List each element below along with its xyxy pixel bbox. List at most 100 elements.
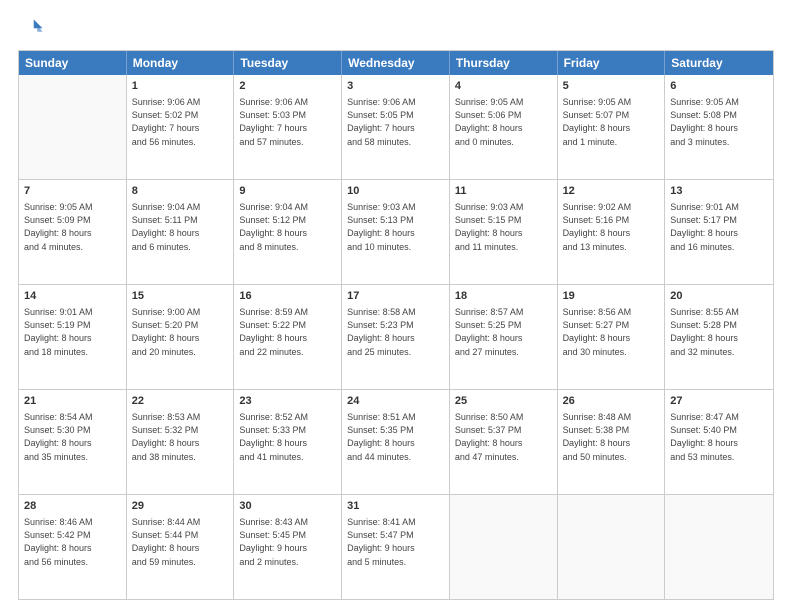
day-info: Sunrise: 9:05 AM Sunset: 5:07 PM Dayligh… bbox=[563, 96, 660, 148]
calendar-week-5: 28 Sunrise: 8:46 AM Sunset: 5:42 PM Dayli… bbox=[19, 495, 773, 599]
calendar-week-2: 7 Sunrise: 9:05 AM Sunset: 5:09 PM Daylig… bbox=[19, 180, 773, 285]
calendar-week-3: 14 Sunrise: 9:01 AM Sunset: 5:19 PM Dayli… bbox=[19, 285, 773, 390]
day-number: 14 bbox=[24, 289, 121, 304]
day-cell-6: 6 Sunrise: 9:05 AM Sunset: 5:08 PM Daylig… bbox=[665, 75, 773, 179]
day-info: Sunrise: 9:02 AM Sunset: 5:16 PM Dayligh… bbox=[563, 201, 660, 253]
header-day-sunday: Sunday bbox=[19, 51, 127, 75]
day-number: 29 bbox=[132, 499, 229, 514]
day-info: Sunrise: 8:44 AM Sunset: 5:44 PM Dayligh… bbox=[132, 516, 229, 568]
day-info: Sunrise: 8:56 AM Sunset: 5:27 PM Dayligh… bbox=[563, 306, 660, 358]
empty-cell bbox=[450, 495, 558, 599]
day-number: 30 bbox=[239, 499, 336, 514]
day-cell-25: 25 Sunrise: 8:50 AM Sunset: 5:37 PM Dayli… bbox=[450, 390, 558, 494]
day-number: 25 bbox=[455, 394, 552, 409]
day-info: Sunrise: 8:57 AM Sunset: 5:25 PM Dayligh… bbox=[455, 306, 552, 358]
day-number: 24 bbox=[347, 394, 444, 409]
calendar-body: 1Sunrise: 9:06 AM Sunset: 5:02 PM Daylig… bbox=[19, 75, 773, 599]
day-cell-31: 31 Sunrise: 8:41 AM Sunset: 5:47 PM Dayli… bbox=[342, 495, 450, 599]
day-cell-28: 28 Sunrise: 8:46 AM Sunset: 5:42 PM Dayli… bbox=[19, 495, 127, 599]
day-info: Sunrise: 8:48 AM Sunset: 5:38 PM Dayligh… bbox=[563, 411, 660, 463]
day-number: 2 bbox=[239, 79, 336, 94]
day-cell-12: 12 Sunrise: 9:02 AM Sunset: 5:16 PM Dayli… bbox=[558, 180, 666, 284]
day-info: Sunrise: 8:43 AM Sunset: 5:45 PM Dayligh… bbox=[239, 516, 336, 568]
day-number: 13 bbox=[670, 184, 768, 199]
day-info: Sunrise: 9:05 AM Sunset: 5:06 PM Dayligh… bbox=[455, 96, 552, 148]
day-cell-9: 9Sunrise: 9:04 AM Sunset: 5:12 PM Daylig… bbox=[234, 180, 342, 284]
day-number: 22 bbox=[132, 394, 229, 409]
day-cell-27: 27 Sunrise: 8:47 AM Sunset: 5:40 PM Dayli… bbox=[665, 390, 773, 494]
day-info: Sunrise: 9:06 AM Sunset: 5:05 PM Dayligh… bbox=[347, 96, 444, 148]
day-number: 27 bbox=[670, 394, 768, 409]
day-number: 15 bbox=[132, 289, 229, 304]
day-cell-18: 18 Sunrise: 8:57 AM Sunset: 5:25 PM Dayli… bbox=[450, 285, 558, 389]
header bbox=[18, 16, 774, 44]
day-number: 10 bbox=[347, 184, 444, 199]
day-cell-29: 29 Sunrise: 8:44 AM Sunset: 5:44 PM Dayli… bbox=[127, 495, 235, 599]
day-number: 16 bbox=[239, 289, 336, 304]
empty-cell bbox=[19, 75, 127, 179]
day-info: Sunrise: 8:46 AM Sunset: 5:42 PM Dayligh… bbox=[24, 516, 121, 568]
day-info: Sunrise: 8:58 AM Sunset: 5:23 PM Dayligh… bbox=[347, 306, 444, 358]
day-cell-14: 14 Sunrise: 9:01 AM Sunset: 5:19 PM Dayli… bbox=[19, 285, 127, 389]
day-number: 26 bbox=[563, 394, 660, 409]
day-cell-19: 19 Sunrise: 8:56 AM Sunset: 5:27 PM Dayli… bbox=[558, 285, 666, 389]
day-info: Sunrise: 8:54 AM Sunset: 5:30 PM Dayligh… bbox=[24, 411, 121, 463]
day-number: 28 bbox=[24, 499, 121, 514]
day-cell-4: 4Sunrise: 9:05 AM Sunset: 5:06 PM Daylig… bbox=[450, 75, 558, 179]
day-info: Sunrise: 8:59 AM Sunset: 5:22 PM Dayligh… bbox=[239, 306, 336, 358]
day-info: Sunrise: 8:41 AM Sunset: 5:47 PM Dayligh… bbox=[347, 516, 444, 568]
calendar-header: SundayMondayTuesdayWednesdayThursdayFrid… bbox=[19, 51, 773, 75]
day-number: 17 bbox=[347, 289, 444, 304]
day-info: Sunrise: 9:05 AM Sunset: 5:08 PM Dayligh… bbox=[670, 96, 768, 148]
day-info: Sunrise: 9:01 AM Sunset: 5:19 PM Dayligh… bbox=[24, 306, 121, 358]
header-day-tuesday: Tuesday bbox=[234, 51, 342, 75]
day-cell-23: 23Sunrise: 8:52 AM Sunset: 5:33 PM Dayli… bbox=[234, 390, 342, 494]
day-number: 18 bbox=[455, 289, 552, 304]
header-day-thursday: Thursday bbox=[450, 51, 558, 75]
day-cell-1: 1Sunrise: 9:06 AM Sunset: 5:02 PM Daylig… bbox=[127, 75, 235, 179]
day-info: Sunrise: 8:53 AM Sunset: 5:32 PM Dayligh… bbox=[132, 411, 229, 463]
day-number: 20 bbox=[670, 289, 768, 304]
day-cell-7: 7 Sunrise: 9:05 AM Sunset: 5:09 PM Daylig… bbox=[19, 180, 127, 284]
day-cell-15: 15 Sunrise: 9:00 AM Sunset: 5:20 PM Dayli… bbox=[127, 285, 235, 389]
day-info: Sunrise: 8:52 AM Sunset: 5:33 PM Dayligh… bbox=[239, 411, 336, 463]
day-info: Sunrise: 9:04 AM Sunset: 5:11 PM Dayligh… bbox=[132, 201, 229, 253]
day-number: 8 bbox=[132, 184, 229, 199]
day-number: 3 bbox=[347, 79, 444, 94]
day-number: 1 bbox=[132, 79, 229, 94]
page: SundayMondayTuesdayWednesdayThursdayFrid… bbox=[0, 0, 792, 612]
day-cell-5: 5 Sunrise: 9:05 AM Sunset: 5:07 PM Daylig… bbox=[558, 75, 666, 179]
day-cell-16: 16 Sunrise: 8:59 AM Sunset: 5:22 PM Dayli… bbox=[234, 285, 342, 389]
day-info: Sunrise: 8:51 AM Sunset: 5:35 PM Dayligh… bbox=[347, 411, 444, 463]
day-number: 5 bbox=[563, 79, 660, 94]
day-number: 12 bbox=[563, 184, 660, 199]
day-number: 31 bbox=[347, 499, 444, 514]
day-number: 9 bbox=[239, 184, 336, 199]
day-info: Sunrise: 8:55 AM Sunset: 5:28 PM Dayligh… bbox=[670, 306, 768, 358]
day-cell-3: 3 Sunrise: 9:06 AM Sunset: 5:05 PM Daylig… bbox=[342, 75, 450, 179]
day-cell-26: 26 Sunrise: 8:48 AM Sunset: 5:38 PM Dayli… bbox=[558, 390, 666, 494]
header-day-saturday: Saturday bbox=[665, 51, 773, 75]
day-cell-24: 24 Sunrise: 8:51 AM Sunset: 5:35 PM Dayli… bbox=[342, 390, 450, 494]
calendar-week-1: 1Sunrise: 9:06 AM Sunset: 5:02 PM Daylig… bbox=[19, 75, 773, 180]
day-info: Sunrise: 9:03 AM Sunset: 5:13 PM Dayligh… bbox=[347, 201, 444, 253]
header-day-wednesday: Wednesday bbox=[342, 51, 450, 75]
day-number: 19 bbox=[563, 289, 660, 304]
day-number: 6 bbox=[670, 79, 768, 94]
empty-cell bbox=[665, 495, 773, 599]
day-info: Sunrise: 9:06 AM Sunset: 5:03 PM Dayligh… bbox=[239, 96, 336, 148]
day-info: Sunrise: 9:00 AM Sunset: 5:20 PM Dayligh… bbox=[132, 306, 229, 358]
day-info: Sunrise: 9:05 AM Sunset: 5:09 PM Dayligh… bbox=[24, 201, 121, 253]
day-info: Sunrise: 8:50 AM Sunset: 5:37 PM Dayligh… bbox=[455, 411, 552, 463]
day-number: 21 bbox=[24, 394, 121, 409]
day-cell-20: 20 Sunrise: 8:55 AM Sunset: 5:28 PM Dayli… bbox=[665, 285, 773, 389]
empty-cell bbox=[558, 495, 666, 599]
day-cell-10: 10 Sunrise: 9:03 AM Sunset: 5:13 PM Dayli… bbox=[342, 180, 450, 284]
day-info: Sunrise: 8:47 AM Sunset: 5:40 PM Dayligh… bbox=[670, 411, 768, 463]
day-info: Sunrise: 9:03 AM Sunset: 5:15 PM Dayligh… bbox=[455, 201, 552, 253]
day-number: 7 bbox=[24, 184, 121, 199]
day-cell-8: 8 Sunrise: 9:04 AM Sunset: 5:11 PM Daylig… bbox=[127, 180, 235, 284]
day-cell-30: 30 Sunrise: 8:43 AM Sunset: 5:45 PM Dayli… bbox=[234, 495, 342, 599]
day-cell-11: 11Sunrise: 9:03 AM Sunset: 5:15 PM Dayli… bbox=[450, 180, 558, 284]
calendar: SundayMondayTuesdayWednesdayThursdayFrid… bbox=[18, 50, 774, 600]
